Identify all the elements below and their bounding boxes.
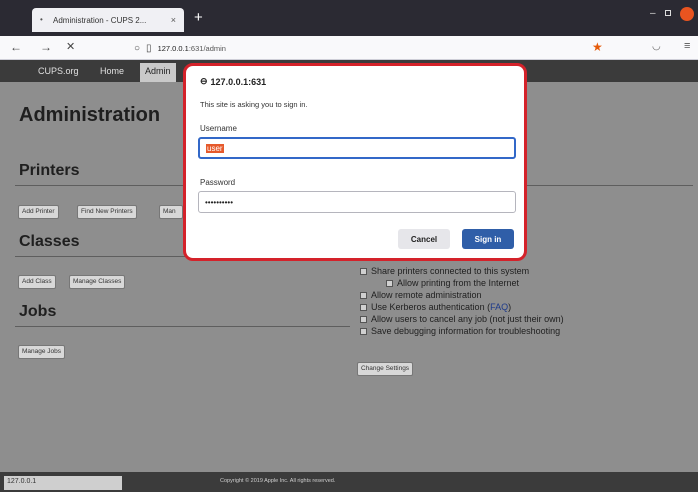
sign-in-button[interactable]: Sign in bbox=[462, 229, 514, 249]
add-class-button[interactable]: Add Class bbox=[18, 275, 56, 289]
username-label: Username bbox=[200, 124, 237, 133]
window-maximize-button[interactable] bbox=[665, 10, 671, 16]
debug-logging-option[interactable]: Save debugging information for troublesh… bbox=[360, 326, 560, 336]
username-field[interactable]: user bbox=[198, 137, 516, 159]
share-printers-checkbox[interactable] bbox=[360, 267, 367, 275]
manage-classes-button[interactable]: Manage Classes bbox=[69, 275, 126, 289]
browser-tab-bar: • Administration - CUPS 2... × + – bbox=[0, 0, 698, 36]
sign-in-dialog: ⊖ 127.0.0.1:631 This site is asking you … bbox=[183, 63, 527, 261]
printers-divider bbox=[15, 185, 183, 186]
remote-admin-checkbox[interactable] bbox=[360, 291, 367, 299]
stop-reload-button[interactable]: ✕ bbox=[66, 40, 75, 54]
jobs-divider bbox=[15, 326, 350, 327]
remote-admin-option[interactable]: Allow remote administration bbox=[360, 290, 482, 300]
page-title: Administration bbox=[19, 104, 161, 126]
find-new-printers-button[interactable]: Find New Printers bbox=[77, 205, 137, 219]
page-footer: 127.0.0.1 Copyright © 2019 Apple Inc. Al… bbox=[0, 472, 698, 492]
password-field[interactable]: •••••••••• bbox=[198, 191, 516, 213]
browser-nav-bar: ← → ✕ ○ ▯ 127.0.0.1:631/admin ★ ◡ ≡ bbox=[0, 36, 698, 60]
window-minimize-button[interactable]: – bbox=[650, 8, 656, 19]
allow-internet-checkbox[interactable] bbox=[386, 279, 393, 287]
manage-jobs-button[interactable]: Manage Jobs bbox=[18, 345, 66, 359]
new-tab-button[interactable]: + bbox=[194, 10, 203, 26]
share-printers-label: Share printers connected to this system bbox=[371, 266, 530, 276]
change-settings-button[interactable]: Change Settings bbox=[357, 362, 414, 376]
forward-button[interactable]: → bbox=[40, 40, 52, 54]
allow-internet-label: Allow printing from the Internet bbox=[397, 278, 520, 288]
page-info-icon[interactable]: ▯ bbox=[146, 43, 152, 54]
pocket-icon[interactable]: ◡ bbox=[652, 41, 661, 52]
tab-close-icon[interactable]: × bbox=[171, 15, 176, 25]
url-bar[interactable]: ○ ▯ 127.0.0.1:631/admin bbox=[130, 39, 614, 57]
remote-admin-label: Allow remote administration bbox=[371, 290, 482, 300]
jobs-heading: Jobs bbox=[19, 303, 57, 320]
kerberos-checkbox[interactable] bbox=[360, 303, 367, 311]
cancel-any-job-label: Allow users to cancel any job (not just … bbox=[371, 314, 564, 324]
classes-heading: Classes bbox=[19, 233, 80, 250]
status-url: 127.0.0.1 bbox=[4, 476, 122, 490]
username-value: user bbox=[206, 144, 224, 153]
kerberos-label: Use Kerberos authentication (FAQ) bbox=[371, 302, 512, 312]
debug-logging-label: Save debugging information for troublesh… bbox=[371, 326, 561, 336]
cancel-any-job-checkbox[interactable] bbox=[360, 315, 367, 323]
window-close-button[interactable] bbox=[680, 7, 694, 21]
nav-administration[interactable]: Admin bbox=[140, 63, 176, 82]
allow-internet-option[interactable]: Allow printing from the Internet bbox=[386, 278, 519, 288]
share-printers-option[interactable]: Share printers connected to this system bbox=[360, 266, 529, 276]
printers-heading: Printers bbox=[19, 162, 80, 179]
globe-icon: ⊖ bbox=[200, 76, 208, 86]
faq-link[interactable]: FAQ bbox=[490, 302, 508, 312]
dialog-host: ⊖ 127.0.0.1:631 bbox=[200, 76, 266, 87]
server-divider bbox=[527, 185, 693, 186]
tab-title: Administration - CUPS 2... bbox=[53, 15, 147, 25]
hamburger-menu-icon[interactable]: ≡ bbox=[684, 40, 690, 52]
copyright-text: Copyright © 2019 Apple Inc. All rights r… bbox=[220, 478, 336, 484]
dialog-host-text: 127.0.0.1:631 bbox=[210, 76, 267, 87]
page-favicon-icon: • bbox=[40, 15, 43, 24]
kerberos-option[interactable]: Use Kerberos authentication (FAQ) bbox=[360, 302, 511, 312]
browser-tab[interactable]: • Administration - CUPS 2... × bbox=[32, 8, 184, 32]
manage-printers-button[interactable]: Man bbox=[159, 205, 183, 219]
url-text: 127.0.0.1:631/admin bbox=[157, 43, 226, 53]
shield-icon: ○ bbox=[134, 42, 141, 54]
back-button[interactable]: ← bbox=[10, 40, 22, 54]
cancel-button[interactable]: Cancel bbox=[398, 229, 450, 249]
add-printer-button[interactable]: Add Printer bbox=[18, 205, 59, 219]
password-label: Password bbox=[200, 178, 236, 187]
nav-cups-org[interactable]: CUPS.org bbox=[38, 66, 79, 76]
nav-home[interactable]: Home bbox=[100, 66, 124, 76]
bookmark-star-icon[interactable]: ★ bbox=[592, 40, 603, 54]
cancel-any-job-option[interactable]: Allow users to cancel any job (not just … bbox=[360, 314, 564, 324]
dialog-message: This site is asking you to sign in. bbox=[200, 100, 308, 109]
debug-logging-checkbox[interactable] bbox=[360, 327, 367, 335]
